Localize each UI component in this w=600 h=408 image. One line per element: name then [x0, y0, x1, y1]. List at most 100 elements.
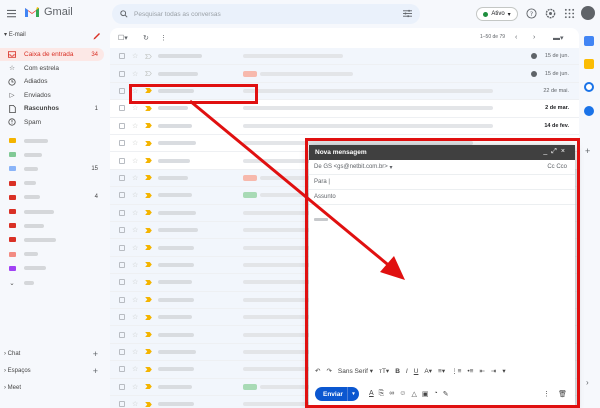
search-input[interactable]: Pesquisar todas as conversas — [134, 11, 221, 18]
importance-marker-icon[interactable] — [145, 245, 152, 251]
refresh-icon[interactable]: ↻ — [143, 34, 149, 42]
importance-marker-icon[interactable] — [145, 401, 152, 407]
importance-marker-icon[interactable] — [145, 384, 152, 390]
next-page-icon[interactable]: › — [533, 34, 535, 41]
sidebar-label-item[interactable] — [0, 205, 104, 218]
add-addon-plus-icon[interactable]: + — [585, 146, 590, 156]
sidebar-label-item[interactable] — [0, 233, 104, 246]
compose-pencil-icon[interactable] — [92, 30, 102, 40]
new-space-plus-icon[interactable]: + — [93, 366, 98, 376]
sidebar-item-com-estrela[interactable]: ☆ Com estrela — [0, 62, 104, 75]
importance-marker-icon[interactable] — [145, 262, 152, 268]
row-checkbox[interactable] — [119, 174, 125, 181]
select-all-checkbox[interactable]: ☐▾ — [118, 34, 128, 42]
row-checkbox[interactable] — [119, 140, 125, 147]
sidebar-label-item[interactable] — [0, 134, 104, 147]
spaces-section[interactable]: › Espaços + — [4, 366, 104, 376]
star-icon[interactable]: ☆ — [132, 383, 138, 391]
contacts-icon[interactable] — [584, 106, 594, 116]
row-checkbox[interactable] — [119, 331, 125, 338]
row-checkbox[interactable] — [119, 314, 125, 321]
email-row[interactable]: ☆ 2 de mar. — [110, 100, 579, 118]
row-checkbox[interactable] — [119, 383, 125, 390]
sidebar-item-adiados[interactable]: Adiados — [0, 75, 104, 88]
underline-icon[interactable]: U — [414, 368, 419, 375]
star-icon[interactable]: ☆ — [132, 226, 138, 234]
italic-icon[interactable]: I — [406, 368, 408, 375]
importance-marker-icon[interactable] — [145, 366, 152, 372]
importance-marker-icon[interactable] — [145, 279, 152, 285]
attachment-chip[interactable] — [243, 192, 257, 199]
drive-icon[interactable]: △ — [411, 390, 416, 398]
search-options-icon[interactable] — [403, 9, 412, 18]
row-checkbox[interactable] — [119, 348, 125, 355]
importance-marker-icon[interactable] — [145, 53, 152, 59]
search-bar[interactable]: Pesquisar todas as conversas — [112, 4, 420, 24]
from-field[interactable]: De GS <gs@netbit.com.br> ▾ Cc Cco — [309, 160, 575, 175]
star-icon[interactable]: ☆ — [132, 365, 138, 373]
email-row[interactable]: ☆ 15 de jun. — [110, 65, 579, 83]
importance-marker-icon[interactable] — [145, 105, 152, 111]
attachment-chip[interactable] — [243, 383, 257, 390]
font-size-icon[interactable]: тT▾ — [379, 367, 389, 375]
status-selector[interactable]: Ativo ▾ — [476, 7, 518, 21]
star-icon[interactable]: ☆ — [132, 348, 138, 356]
email-row[interactable]: ☆ 22 de mai. — [110, 82, 579, 101]
keep-icon[interactable] — [584, 59, 594, 69]
emoji-icon[interactable]: ☺ — [399, 390, 406, 398]
star-icon[interactable]: ☆ — [132, 400, 138, 408]
email-row[interactable]: ☆ 14 de fev. — [110, 118, 579, 135]
row-checkbox[interactable] — [119, 157, 125, 164]
density-icon[interactable]: ▬▾ — [553, 34, 564, 42]
apps-grid-icon[interactable] — [564, 8, 575, 19]
tasks-icon[interactable] — [584, 82, 594, 92]
sidebar-item-spam[interactable]: Spam — [0, 116, 104, 129]
confidential-mode-icon[interactable]: ◔ — [433, 390, 437, 398]
importance-marker-icon[interactable] — [145, 158, 152, 164]
importance-marker-icon[interactable] — [145, 332, 152, 338]
more-options-icon[interactable]: ⋮ — [543, 390, 550, 398]
row-checkbox[interactable] — [119, 105, 125, 112]
row-checkbox[interactable] — [119, 70, 125, 77]
insert-link-icon[interactable]: ∞ — [389, 390, 394, 398]
help-icon[interactable]: ? — [526, 8, 537, 19]
signature-pen-icon[interactable]: ✎ — [443, 390, 449, 398]
star-icon[interactable]: ☆ — [132, 70, 138, 78]
sidebar-item-rascunhos[interactable]: Rascunhos 1 — [0, 102, 104, 115]
importance-marker-icon[interactable] — [145, 314, 152, 320]
row-checkbox[interactable] — [119, 53, 125, 60]
indent-more-icon[interactable]: ⇥ — [491, 367, 496, 375]
star-icon[interactable]: ☆ — [132, 278, 138, 286]
menu-icon[interactable] — [7, 9, 16, 18]
row-checkbox[interactable] — [119, 209, 125, 216]
importance-marker-icon[interactable] — [145, 227, 152, 233]
schedule-send-chevron-icon[interactable]: ▾ — [347, 387, 359, 401]
window-controls[interactable]: _⤢× — [543, 148, 569, 156]
align-icon[interactable]: ≡▾ — [438, 367, 445, 375]
importance-marker-icon[interactable] — [145, 192, 152, 198]
bulleted-list-icon[interactable]: •≡ — [467, 368, 473, 375]
star-icon[interactable]: ☆ — [132, 244, 138, 252]
mail-section-header[interactable]: ▾ E-mail — [4, 31, 26, 38]
star-icon[interactable]: ☆ — [132, 52, 138, 60]
star-icon[interactable]: ☆ — [132, 122, 138, 130]
text-color-icon[interactable]: A▾ — [424, 367, 432, 375]
bold-icon[interactable]: B — [395, 368, 400, 375]
more-formatting-icon[interactable]: ▾ — [502, 367, 505, 375]
importance-marker-icon[interactable] — [145, 88, 152, 94]
settings-gear-icon[interactable] — [545, 8, 556, 19]
star-icon[interactable]: ☆ — [132, 313, 138, 321]
redo-icon[interactable]: ↷ — [326, 367, 331, 375]
star-icon[interactable]: ☆ — [132, 104, 138, 112]
subject-input[interactable]: Assunto — [314, 194, 336, 200]
message-body[interactable] — [314, 217, 328, 223]
search-icon[interactable] — [120, 10, 128, 18]
discard-trash-icon[interactable]: 🗑 — [558, 390, 567, 398]
importance-marker-icon[interactable] — [145, 71, 152, 76]
calendar-icon[interactable] — [584, 36, 594, 46]
row-checkbox[interactable] — [119, 296, 125, 303]
star-icon[interactable]: ☆ — [132, 191, 138, 199]
importance-marker-icon[interactable] — [145, 349, 152, 355]
importance-marker-icon[interactable] — [145, 210, 152, 216]
chat-section[interactable]: › Chat + — [4, 349, 104, 359]
